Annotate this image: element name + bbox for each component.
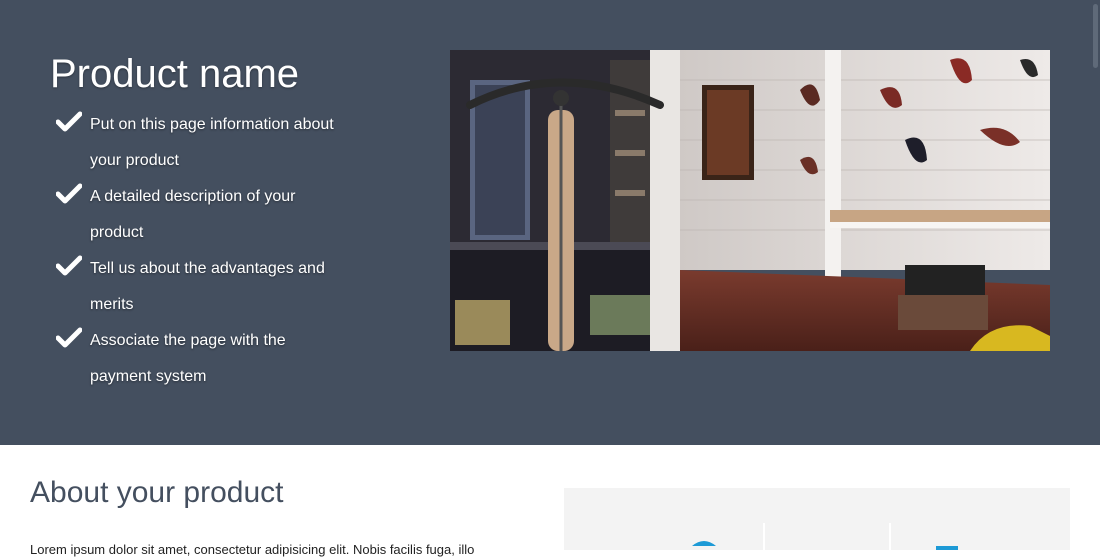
about-product-photo	[564, 488, 1070, 550]
feature-text-line: A detailed description of your	[90, 188, 296, 205]
hero-section: Product name Put on this page informatio…	[0, 0, 1100, 445]
checkmark-icon	[56, 111, 82, 132]
checkmark-icon	[56, 255, 82, 276]
feature-text-line: Tell us about the advantages and	[90, 260, 325, 277]
about-description: Lorem ipsum dolor sit amet, consectetur …	[30, 542, 475, 557]
scrollbar[interactable]	[1088, 0, 1100, 445]
checkmark-icon	[56, 327, 82, 348]
about-section-title: About your product	[30, 476, 284, 509]
feature-item: A detailed description of your product	[56, 179, 356, 251]
feature-text-line: your product	[90, 152, 179, 169]
feature-text-line: product	[90, 224, 144, 241]
feature-text-line: Put on this page information about	[90, 116, 334, 133]
feature-item: Put on this page information about your …	[56, 107, 356, 179]
checkmark-icon	[56, 183, 82, 204]
feature-text-line: merits	[90, 296, 134, 313]
feature-list: Put on this page information about your …	[56, 107, 356, 395]
feature-text-line: payment system	[90, 368, 207, 385]
feature-item: Associate the page with the payment syst…	[56, 323, 356, 395]
product-photo-illustration	[564, 488, 1070, 550]
scrollbar-thumb[interactable]	[1093, 4, 1098, 68]
product-title: Product name	[50, 52, 300, 96]
product-photo	[450, 50, 1050, 351]
feature-text-line: Associate the page with the	[90, 332, 286, 349]
feature-item: Tell us about the advantages and merits	[56, 251, 356, 323]
bicycle-shop-illustration	[450, 50, 1050, 351]
